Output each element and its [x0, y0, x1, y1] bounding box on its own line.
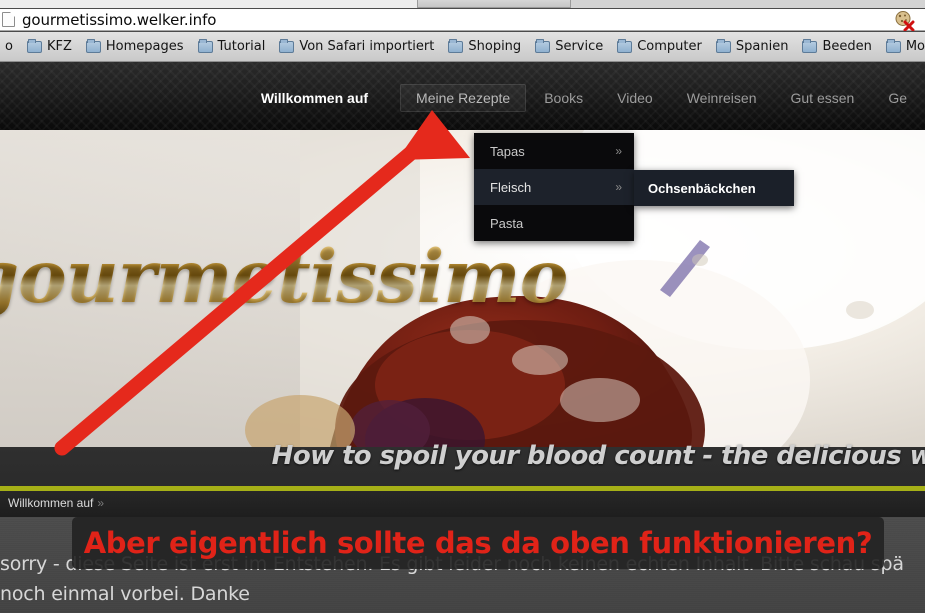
bookmark-label: Shoping [468, 39, 522, 54]
bookmark-item[interactable]: Computer [610, 32, 709, 61]
bookmark-item[interactable]: Tutorial [191, 32, 273, 61]
folder-icon [715, 38, 731, 53]
bookmark-item[interactable]: Motorradreisen [879, 32, 925, 61]
browser-tab-active[interactable] [0, 0, 418, 8]
nav-item-gut-essen[interactable]: Gut essen [774, 84, 870, 112]
chevron-right-icon: » [615, 144, 622, 158]
bookmarks-bar[interactable]: o KFZ Homepages Tutorial Von Safari impo… [0, 32, 925, 62]
tagline-text: How to spoil your blood count - the deli… [271, 441, 925, 471]
dropdown-menu-meine-rezepte[interactable]: Tapas » Fleisch » Pasta [474, 133, 634, 241]
submenu-fleisch[interactable]: Ochsenbäckchen [634, 170, 794, 206]
folder-icon [448, 38, 464, 53]
annotation-text: Aber eigentlich sollte das da oben funkt… [83, 526, 873, 560]
annotation-callout: Aber eigentlich sollte das da oben funkt… [72, 517, 884, 569]
bookmark-label: KFZ [46, 39, 72, 54]
menu-item-fleisch[interactable]: Fleisch » [474, 169, 634, 205]
cookie-blocked-icon[interactable] [893, 10, 915, 32]
bookmark-item[interactable]: o [0, 32, 20, 61]
nav-item-books[interactable]: Books [528, 84, 599, 112]
folder-icon [85, 38, 101, 53]
menu-item-label: Tapas [490, 143, 525, 159]
tab-strip [0, 0, 925, 8]
bookmark-item[interactable]: Shoping [441, 32, 528, 61]
bookmark-label: Motorradreisen [905, 39, 925, 54]
bookmark-item[interactable]: KFZ [20, 32, 79, 61]
bookmark-label: Von Safari importiert [299, 39, 435, 54]
nav-item-video[interactable]: Video [601, 84, 669, 112]
browser-chrome: gourmetissimo.welker.info o KFZ Homepage… [0, 0, 925, 62]
bookmark-item[interactable]: Service [528, 32, 610, 61]
folder-icon [197, 38, 213, 53]
breadcrumb-label[interactable]: Willkommen auf [8, 496, 93, 510]
bookmark-label: Service [555, 39, 604, 54]
submenu-item-ochsenbaeckchen[interactable]: Ochsenbäckchen [634, 170, 794, 206]
bookmark-label: Computer [637, 39, 702, 54]
breadcrumb[interactable]: Willkommen auf » [8, 496, 104, 510]
submenu-item-label: Ochsenbäckchen [648, 180, 756, 196]
folder-icon [535, 38, 551, 53]
menu-item-label: Pasta [490, 215, 524, 231]
nav-item-meine-rezepte[interactable]: Meine Rezepte [400, 84, 527, 112]
chevron-right-icon: » [615, 180, 622, 194]
folder-icon [279, 38, 295, 53]
breadcrumb-chevron-icon: » [97, 496, 105, 510]
nav-item-willkommen-auf[interactable]: Willkommen auf [245, 84, 398, 112]
bookmark-item[interactable]: Beeden [795, 32, 878, 61]
bookmark-item[interactable]: Spanien [709, 32, 796, 61]
menu-item-label: Fleisch [490, 179, 532, 195]
url-text: gourmetissimo.welker.info [22, 10, 217, 29]
folder-icon [617, 38, 633, 53]
folder-icon [26, 38, 42, 53]
site-logo: gourmetissimo [0, 234, 568, 320]
breadcrumb-bar: Willkommen auf » [0, 491, 925, 517]
main-navigation[interactable]: Willkommen auf Meine Rezepte Books Video… [245, 82, 925, 114]
bookmark-label: Spanien [735, 39, 789, 54]
webpage-viewport: gourmetissimo How to spoil your blood co… [0, 62, 925, 613]
nav-item-ge[interactable]: Ge [872, 84, 923, 112]
bookmark-label: o [5, 39, 13, 54]
menu-item-tapas[interactable]: Tapas » [474, 133, 634, 169]
bookmark-label: Tutorial [217, 39, 266, 54]
accent-rule [0, 486, 925, 491]
bookmark-label: Beeden [822, 39, 872, 54]
menu-item-pasta[interactable]: Pasta [474, 205, 634, 241]
browser-tab-inactive[interactable] [570, 0, 925, 8]
bookmark-label: Homepages [105, 39, 184, 54]
folder-icon [885, 38, 901, 53]
bookmark-item[interactable]: Homepages [79, 32, 191, 61]
page-document-icon [2, 12, 15, 27]
nav-item-weinreisen[interactable]: Weinreisen [671, 84, 773, 112]
folder-icon [802, 38, 818, 53]
address-bar[interactable]: gourmetissimo.welker.info [0, 9, 925, 32]
bookmark-item[interactable]: Von Safari importiert [272, 32, 441, 61]
site-header: Willkommen auf Meine Rezepte Books Video… [0, 62, 925, 130]
